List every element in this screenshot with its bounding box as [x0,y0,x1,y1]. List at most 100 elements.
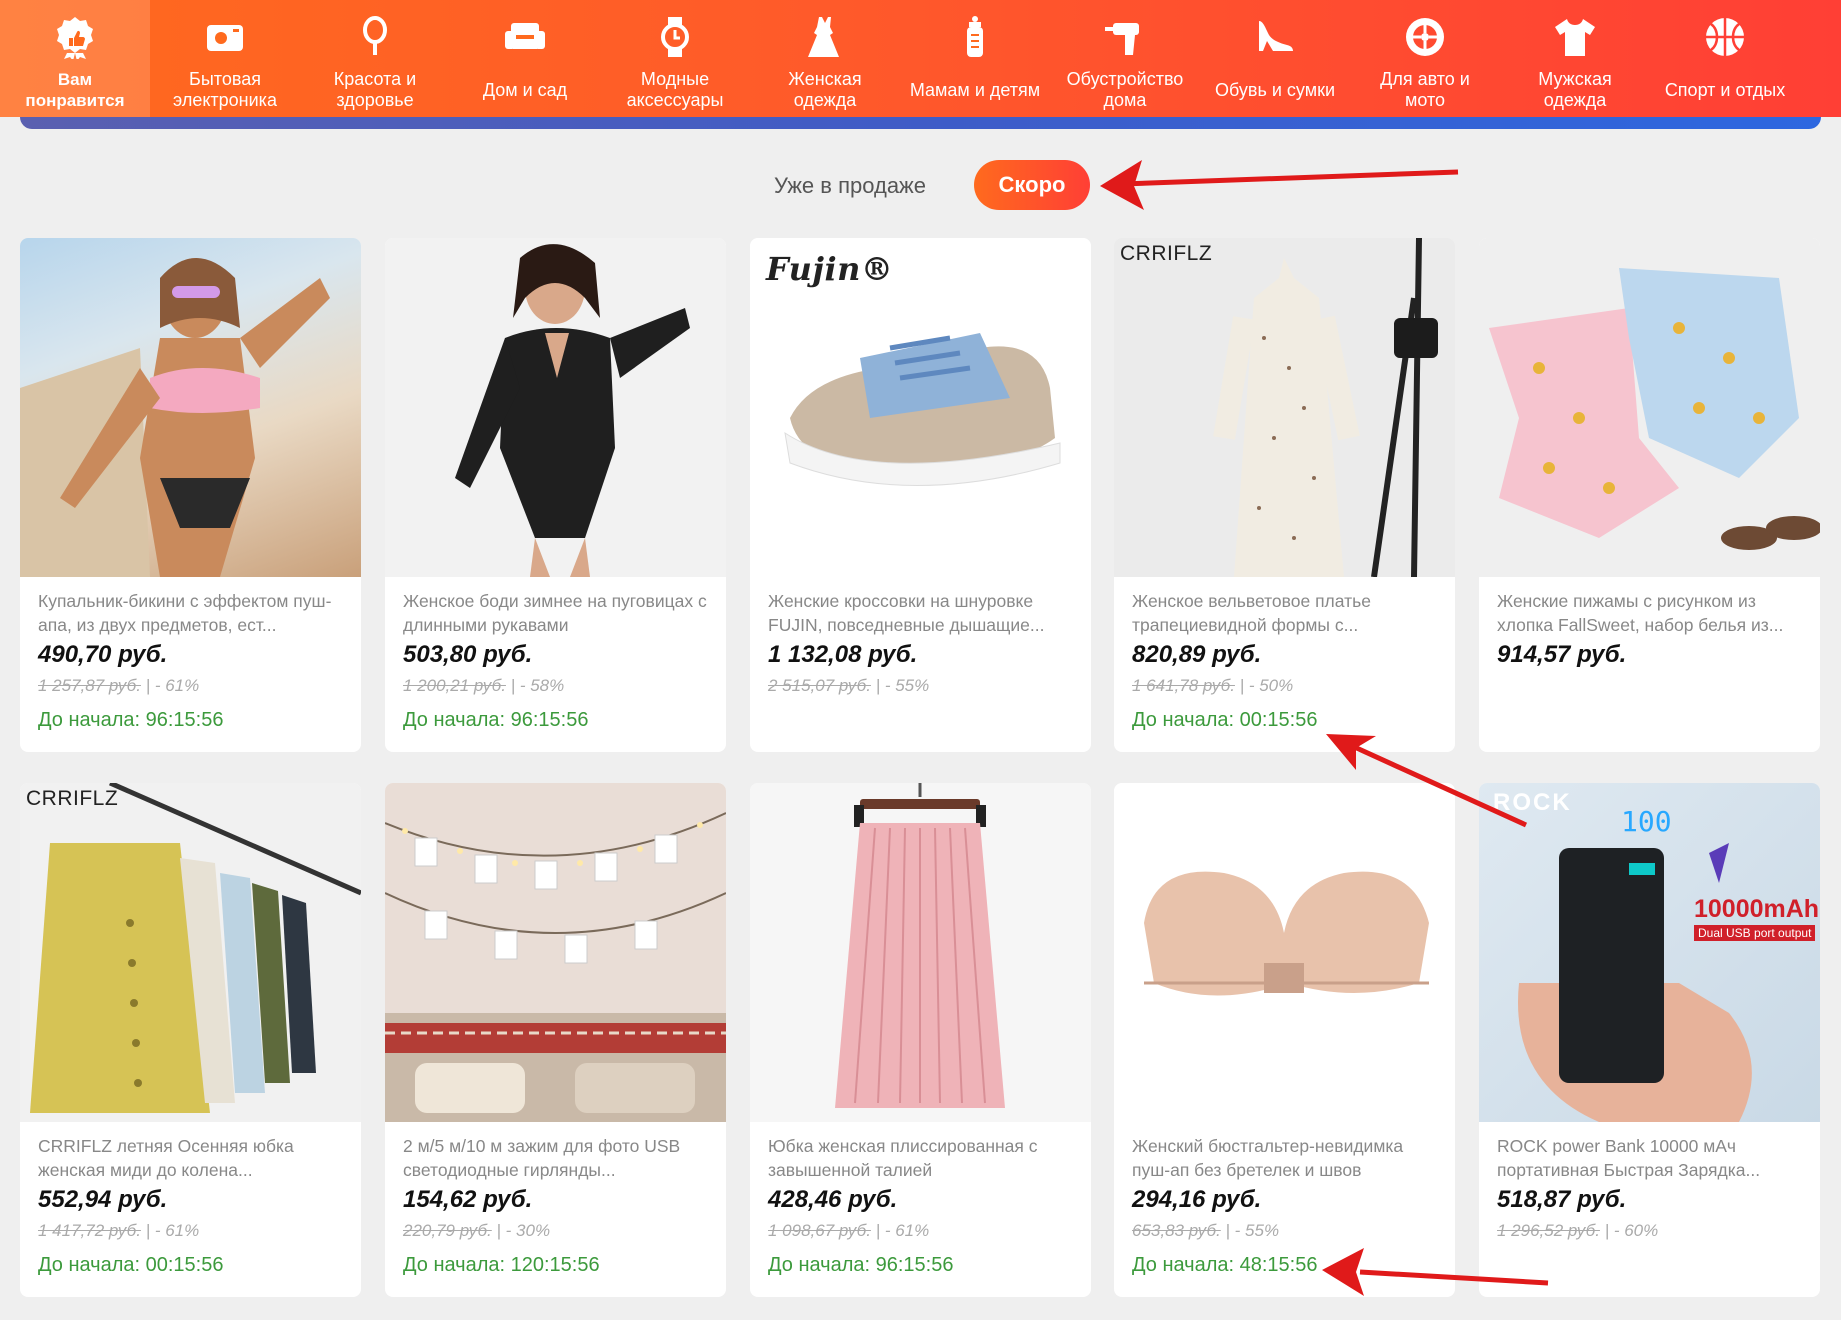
dress-icon [801,14,849,60]
product-title: 2 м/5 м/10 м зажим для фото USB светодио… [403,1136,681,1180]
category-label: Женская одежда [788,69,862,110]
product-title: Женский бюстгальтер-невидимка пуш-ап без… [1132,1136,1404,1180]
product-price: 914,57 руб. [1497,641,1627,668]
product-card[interactable]: Юбка женская плиссированная с завышенной… [750,783,1091,1297]
product-title: ROCK power Bank 10000 мАч портативная Бы… [1497,1136,1761,1180]
category-auto[interactable]: Для авто и мото [1350,0,1500,117]
drill-icon [1101,14,1149,60]
category-label: Для авто и мото [1380,69,1470,110]
category-home[interactable]: Дом и сад [450,0,600,117]
product-discount: | - 50% [1239,676,1294,695]
product-price: 552,94 руб. [38,1186,168,1213]
product-old-price-row: 1 417,72 руб. | - 61% [38,1221,199,1241]
product-countdown: До начала: 00:15:56 [38,1254,224,1276]
product-card[interactable]: Женское боди зимнее на пуговицах с длинн… [385,238,726,752]
product-countdown: До начала: 48:15:56 [1132,1254,1318,1276]
product-old-price-row: 1 098,67 руб. | - 61% [768,1221,929,1241]
wheel-icon [1401,14,1449,60]
category-beauty[interactable]: Красота и здоровье [300,0,450,117]
product-old-price: 1 641,78 руб. [1132,676,1235,695]
power-display: 100 [1621,805,1672,838]
product-title: Юбка женская плиссированная с завышенной… [768,1136,1038,1180]
category-label: Вам понравится [25,70,125,110]
product-old-price: 1 296,52 руб. [1497,1221,1600,1240]
category-shoes-bags[interactable]: Обувь и сумки [1200,0,1350,117]
product-image [385,238,726,577]
product-countdown: До начала: 96:15:56 [38,709,224,731]
product-discount: | - 30% [496,1221,551,1240]
capacity-badge-sub: Dual USB port output [1694,925,1816,941]
mirror-icon [351,14,399,60]
product-image [1479,238,1820,577]
product-card[interactable]: CRRIFLZ CRRIFLZ летняя Осенняя юбка женс… [20,783,361,1297]
category-sport[interactable]: Спорт и отдых [1650,0,1800,117]
product-price: 820,89 руб. [1132,641,1262,668]
product-old-price: 2 515,07 руб. [768,676,871,695]
product-old-price-row: 220,79 руб. | - 30% [403,1221,550,1241]
product-card[interactable]: Женский бюстгальтер-невидимка пуш-ап без… [1114,783,1455,1297]
tab-on-sale[interactable]: Уже в продаже [740,168,960,204]
product-card[interactable]: ROCK 100 10000mAh Dual USB port output R… [1479,783,1820,1297]
product-card[interactable]: CRRIFLZ Женское вельветовое платье трапе… [1114,238,1455,752]
category-label: Дом и сад [482,79,568,100]
product-old-price-row: 1 200,21 руб. | - 58% [403,676,564,696]
product-countdown: До начала: 96:15:56 [403,709,589,731]
product-price: 518,87 руб. [1497,1186,1627,1213]
category-recommended[interactable]: Вам понравится [0,0,150,117]
product-discount: | - 61% [145,676,200,695]
product-old-price-row: 1 257,87 руб. | - 61% [38,676,199,696]
product-card[interactable]: Купальник-бикини с эффектом пуш-апа, из … [20,238,361,752]
product-title: Женские пижамы с рисунком из хлопка Fall… [1497,591,1784,635]
category-label: Модные аксессуары [626,69,724,110]
category-label: Мужская одежда [1538,69,1612,110]
watch-icon [651,14,699,60]
product-title: Женское вельветовое платье трапециевидно… [1132,591,1371,635]
category-label: Бытовая электроника [173,69,277,110]
product-old-price: 1 417,72 руб. [38,1221,141,1240]
product-old-price: 1 098,67 руб. [768,1221,871,1240]
product-old-price: 1 200,21 руб. [403,676,506,695]
tshirt-icon [1551,14,1599,60]
product-title: Женское боди зимнее на пуговицах с длинн… [403,591,707,635]
product-price: 490,70 руб. [38,641,168,668]
high-heel-icon [1251,14,1299,60]
product-card[interactable]: 2 м/5 м/10 м зажим для фото USB светодио… [385,783,726,1297]
product-card[interactable]: Fujin® Женские кроссовки на шнуровке FUJ… [750,238,1091,752]
product-image [385,783,726,1122]
product-old-price-row: 1 641,78 руб. | - 50% [1132,676,1293,696]
product-old-price: 653,83 руб. [1132,1221,1221,1240]
product-discount: | - 55% [1225,1221,1280,1240]
brand-logo: ROCK [1493,789,1572,816]
baby-bottle-icon [951,14,999,60]
product-discount: | - 60% [1604,1221,1659,1240]
category-men-clothing[interactable]: Мужская одежда [1500,0,1650,117]
brand-label: CRRIFLZ [26,787,119,810]
category-label: Спорт и отдых [1664,79,1786,100]
category-kids[interactable]: Мамам и детям [900,0,1050,117]
product-countdown: До начала: 96:15:56 [768,1254,954,1276]
category-bar: Вам понравится Бытовая электроника Красо… [0,0,1841,117]
category-electronics[interactable]: Бытовая электроника [150,0,300,117]
product-price: 1 132,08 руб. [768,641,918,668]
tab-soon[interactable]: Скоро [974,160,1090,210]
category-home-improvement[interactable]: Обустройство дома [1050,0,1200,117]
product-old-price-row: 2 515,07 руб. | - 55% [768,676,929,696]
arrow-to-soon-tab [1100,160,1459,210]
product-title: CRRIFLZ летняя Осенняя юбка женская миди… [38,1136,294,1180]
category-women-clothing[interactable]: Женская одежда [750,0,900,117]
product-image: CRRIFLZ [1114,238,1455,577]
category-accessories[interactable]: Модные аксессуары [600,0,750,117]
product-price: 428,46 руб. [768,1186,898,1213]
brand-label: CRRIFLZ [1120,242,1213,265]
product-image [1114,783,1455,1122]
category-label: Мамам и детям [909,79,1041,100]
product-card[interactable]: Женские пижамы с рисунком из хлопка Fall… [1479,238,1820,752]
product-image [750,783,1091,1122]
product-image: Fujin® [750,238,1091,577]
product-image: CRRIFLZ [20,783,361,1122]
product-image: ROCK 100 10000mAh Dual USB port output [1479,783,1820,1122]
ball-icon [1701,14,1749,60]
product-image [20,238,361,577]
product-title: Купальник-бикини с эффектом пуш-апа, из … [38,591,332,635]
product-price: 503,80 руб. [403,641,533,668]
